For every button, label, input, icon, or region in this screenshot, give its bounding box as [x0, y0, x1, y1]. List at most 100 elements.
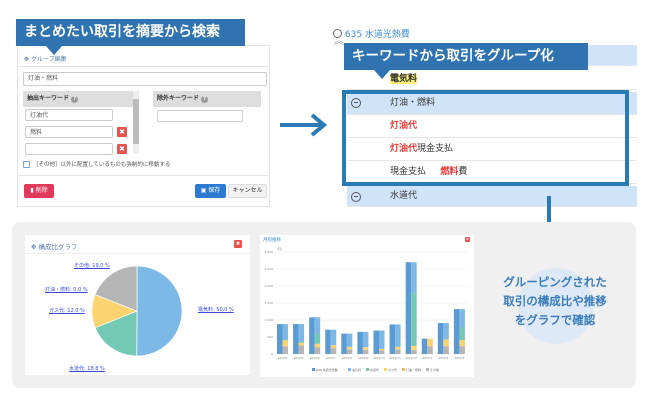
bar-total[interactable]	[357, 331, 363, 354]
bar-segment[interactable]	[298, 341, 305, 343]
bar-segment[interactable]	[362, 349, 369, 354]
bar-segment[interactable]	[395, 346, 401, 350]
bar-segment[interactable]	[459, 327, 465, 341]
chevron-up-icon[interactable]: ︽	[334, 37, 344, 47]
group-row[interactable]: 水道代	[347, 186, 637, 207]
list-item[interactable]: 電気料	[347, 67, 637, 90]
bar-segment[interactable]	[282, 346, 289, 354]
bar-segment[interactable]	[459, 309, 465, 328]
group-name-input[interactable]: 灯油・燃料	[23, 72, 267, 86]
bar-segment[interactable]	[346, 346, 353, 350]
bar-segment[interactable]	[314, 343, 321, 348]
bar-segment[interactable]	[459, 346, 465, 354]
x-tick-label: 2019/12	[405, 356, 417, 360]
x-tick-label: 2020/3	[454, 356, 464, 360]
x-tick-label: 2019/11	[389, 356, 401, 360]
y-tick-label: 3,000	[264, 250, 273, 254]
bar-segment[interactable]	[379, 348, 385, 351]
pie-slice[interactable]	[136, 265, 183, 357]
y-tick-label: 500	[267, 335, 273, 339]
bar-segment[interactable]	[379, 350, 385, 354]
bar-segment[interactable]	[443, 339, 449, 347]
bar-segment[interactable]	[411, 345, 417, 350]
bar-segment[interactable]	[379, 330, 385, 349]
bar-chart: (円) 0 500 1,000 1,500 2,000 2,500 3,000 2019/4 20…	[264, 247, 468, 372]
y-tick-label: 0	[271, 352, 273, 356]
bar-total[interactable]	[309, 317, 315, 354]
group-banner: キーワードから取引をグループ化	[344, 43, 588, 79]
cancel-button[interactable]: キャンセル	[228, 184, 267, 198]
delete-button[interactable]: ▮ 削除	[24, 184, 54, 198]
bar-segment[interactable]	[346, 349, 353, 354]
bar-segment[interactable]	[346, 333, 353, 347]
bar-total[interactable]	[293, 324, 299, 354]
include-keyword-input[interactable]: 灯油代	[25, 109, 113, 121]
bar-segment[interactable]	[427, 346, 433, 354]
bar-total[interactable]	[437, 323, 444, 354]
legend-entry: 灯油・燃料	[406, 367, 421, 372]
bar-segment[interactable]	[282, 339, 289, 341]
legend-entry: その他	[430, 367, 439, 372]
bar-segment[interactable]	[314, 333, 321, 344]
scrollbar[interactable]	[133, 91, 139, 154]
bar-segment[interactable]	[395, 324, 401, 347]
bar-segment[interactable]	[443, 323, 449, 340]
x-tick-label: 2019/10	[373, 356, 385, 360]
bar-total[interactable]	[421, 338, 428, 354]
dialog-title: ✥ グループ編集	[24, 56, 67, 63]
legend-entry: 水道代	[370, 367, 379, 372]
bar-segment[interactable]	[298, 342, 305, 346]
pie-label[interactable]: 灯油・燃料: 0.0 %	[45, 286, 88, 293]
bar-total[interactable]	[325, 329, 331, 354]
x-tick-label: 2019/5	[294, 356, 304, 360]
bar-segment[interactable]	[411, 262, 417, 294]
remove-keyword-button[interactable]: ✖	[117, 127, 127, 137]
bar-segment[interactable]	[282, 324, 289, 340]
pie-label[interactable]: 電気料: 50.0 %	[198, 306, 234, 313]
bar-segment[interactable]	[411, 293, 417, 346]
bar-total[interactable]	[277, 324, 283, 354]
x-tick-label: 2019/6	[310, 356, 320, 360]
bar-segment[interactable]	[443, 346, 449, 354]
include-keyword-input[interactable]	[25, 143, 113, 155]
bar-segment[interactable]	[330, 329, 337, 346]
move-checkbox[interactable]	[23, 161, 30, 168]
account-header[interactable]: 635 水道光熱費	[333, 27, 410, 40]
bar-segment[interactable]	[411, 349, 417, 354]
bar-total[interactable]	[341, 333, 347, 354]
include-keyword-input[interactable]: 燃料	[25, 126, 113, 138]
exclude-keyword-input[interactable]	[157, 110, 243, 122]
bar-total[interactable]	[389, 324, 396, 354]
bar-segment[interactable]	[459, 340, 465, 347]
y-tick-label: 2,000	[264, 284, 273, 288]
bar-segment[interactable]	[298, 345, 305, 355]
exclude-keywords-header: 除外キーワード ?	[153, 91, 261, 107]
collapse-icon[interactable]	[351, 192, 361, 202]
y-tick-label: 2,500	[264, 267, 273, 271]
remove-keyword-button[interactable]: ✖	[117, 144, 127, 154]
y-axis-label: (円)	[277, 247, 282, 251]
bar-segment[interactable]	[314, 317, 321, 334]
pie-label[interactable]: その他: 19.0 %	[74, 262, 110, 269]
bar-segment[interactable]	[314, 347, 321, 354]
x-tick-label: 2020/2	[438, 356, 448, 360]
legend-entry: 電気料	[352, 367, 361, 372]
legend-swatch	[312, 368, 315, 371]
bar-segment[interactable]	[395, 349, 401, 354]
pie-label[interactable]: 水道代: 18.8 %	[69, 365, 105, 372]
save-icon: ▣	[200, 187, 207, 194]
save-button[interactable]: ▣ 保存	[195, 184, 226, 198]
pie-label[interactable]: ガス代: 12.0 %	[49, 307, 85, 314]
bar-segment[interactable]	[362, 347, 369, 350]
bar-total[interactable]	[405, 262, 412, 354]
bar-segment[interactable]	[427, 338, 433, 347]
bar-total[interactable]	[453, 309, 460, 354]
bar-segment[interactable]	[362, 331, 369, 348]
bar-segment[interactable]	[330, 345, 337, 349]
search-banner: まとめたい取引を摘要から検索	[16, 19, 245, 55]
bar-segment[interactable]	[282, 340, 289, 347]
bar-segment[interactable]	[330, 348, 337, 354]
group-edit-dialog: ✥ グループ編集 灯油・燃料 抽出キーワード ? 灯油代 燃料 ✖ ✖ 除外キー…	[17, 45, 270, 207]
bar-segment[interactable]	[298, 324, 305, 342]
bar-total[interactable]	[373, 330, 380, 354]
